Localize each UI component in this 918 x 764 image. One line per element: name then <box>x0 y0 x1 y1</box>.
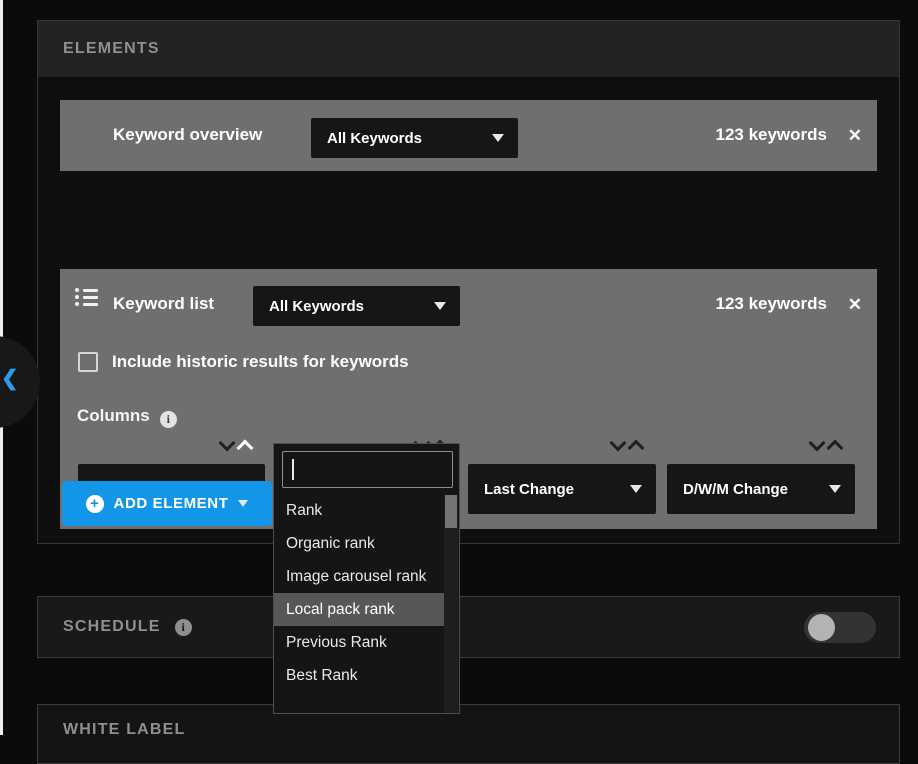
white-label-panel: WHITE LABEL <box>37 704 900 764</box>
keyword-list-remove-button[interactable]: ✕ <box>848 295 862 315</box>
column-select-value: Last Change <box>484 481 574 498</box>
move-right-icon[interactable] <box>238 437 250 449</box>
chevron-down-icon <box>434 302 446 310</box>
schedule-toggle[interactable] <box>804 612 876 643</box>
chevron-down-icon <box>829 485 841 493</box>
collapse-panel-icon[interactable]: ❮ <box>1 366 19 392</box>
keyword-list-filter-value: All Keywords <box>269 298 364 315</box>
option-image-carousel-rank[interactable]: Image carousel rank <box>274 560 446 593</box>
white-label-panel-title: WHITE LABEL <box>63 721 186 738</box>
column-4-reorder <box>810 437 840 449</box>
elements-panel-header: ELEMENTS <box>38 21 899 78</box>
chevron-down-icon <box>238 500 248 507</box>
column-select-value: D/W/M Change <box>683 481 788 498</box>
dropdown-scrollbar[interactable] <box>444 495 458 713</box>
column-3-reorder <box>611 437 641 449</box>
column-select-last-change[interactable]: Last Change <box>468 464 656 514</box>
toggle-knob <box>808 614 835 641</box>
keyword-overview-remove-button[interactable]: ✕ <box>848 126 862 146</box>
element-row-keyword-overview: Keyword overview All Keywords 123 keywor… <box>60 100 877 171</box>
plus-icon: + <box>86 495 104 513</box>
keyword-list-label: Keyword list <box>113 294 214 314</box>
column-select-dwm-change[interactable]: D/W/M Change <box>667 464 855 514</box>
chevron-down-icon <box>492 134 504 142</box>
option-local-pack-rank[interactable]: Local pack rank <box>274 593 446 626</box>
column-options-dropdown: Rank Organic rank Image carousel rank Lo… <box>273 443 460 714</box>
schedule-panel-title: SCHEDULE <box>63 618 161 636</box>
add-element-button[interactable]: + ADD ELEMENT <box>62 481 272 526</box>
keyword-overview-filter-value: All Keywords <box>327 130 422 147</box>
elements-panel-title: ELEMENTS <box>63 40 160 58</box>
include-historic-checkbox[interactable] <box>78 352 98 372</box>
option-organic-rank[interactable]: Organic rank <box>274 527 446 560</box>
columns-label-text: Columns <box>77 406 150 425</box>
keyword-overview-label: Keyword overview <box>113 125 262 145</box>
columns-info-icon[interactable]: i <box>160 411 177 428</box>
add-element-label: ADD ELEMENT <box>114 495 229 512</box>
option-rank[interactable]: Rank <box>274 494 446 527</box>
option-best-rank[interactable]: Best Rank <box>274 659 446 692</box>
include-historic-label: Include historic results for keywords <box>112 352 409 372</box>
column-1-reorder <box>220 437 250 449</box>
move-right-icon[interactable] <box>629 437 641 449</box>
keyword-list-count: 123 keywords <box>715 294 827 314</box>
option-previous-rank[interactable]: Previous Rank <box>274 626 446 659</box>
move-right-icon[interactable] <box>828 437 840 449</box>
text-caret <box>292 459 294 480</box>
keyword-list-filter-select[interactable]: All Keywords <box>253 286 460 326</box>
keyword-overview-filter-select[interactable]: All Keywords <box>311 118 518 158</box>
move-left-icon[interactable] <box>220 437 232 449</box>
move-left-icon[interactable] <box>611 437 623 449</box>
chevron-down-icon <box>630 485 642 493</box>
move-left-icon[interactable] <box>810 437 822 449</box>
scrollbar-thumb[interactable] <box>445 495 457 528</box>
column-options-list: Rank Organic rank Image carousel rank Lo… <box>274 494 446 692</box>
keyword-list-icon <box>75 288 99 309</box>
schedule-info-icon[interactable]: i <box>175 619 192 636</box>
keyword-overview-count: 123 keywords <box>715 125 827 145</box>
column-search-input[interactable] <box>282 451 453 488</box>
columns-label: Columns i <box>77 406 177 428</box>
schedule-panel: SCHEDULE i <box>37 596 900 658</box>
